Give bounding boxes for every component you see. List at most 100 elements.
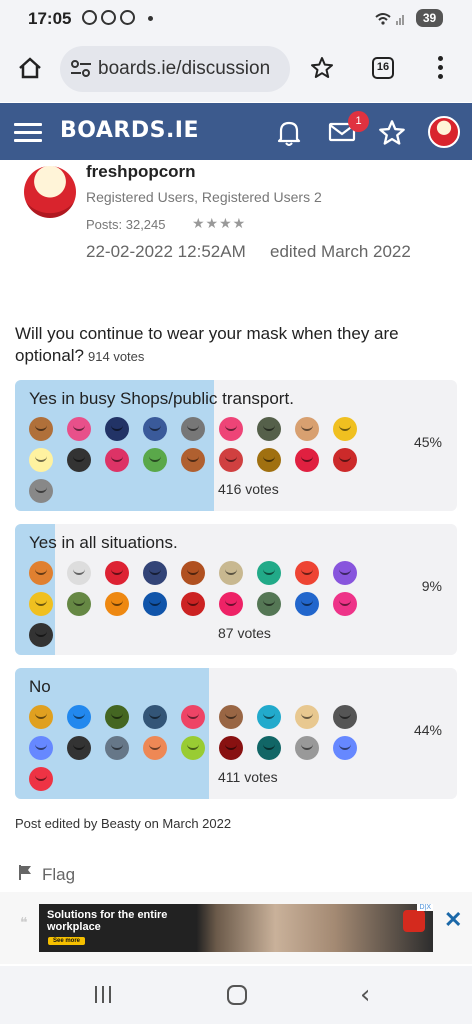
poll-option[interactable]: Yes in busy Shops/public transport. 416 … [15,380,457,511]
voter-avatar[interactable] [295,448,319,472]
voter-avatar[interactable] [181,592,205,616]
battery-indicator: 39 [416,9,443,27]
ad-cta-button[interactable]: See more [48,937,86,945]
ad-brand-logo [403,910,425,932]
user-avatar[interactable] [428,116,460,148]
voter-avatar[interactable] [29,417,53,441]
poll-question-text: Will you continue to wear your mask when… [15,324,399,365]
status-bar: 17:05 39 [0,0,472,40]
close-ad-icon[interactable]: ✕ [444,907,462,933]
voter-avatar[interactable] [29,448,53,472]
voter-avatar[interactable] [29,705,53,729]
url-text[interactable]: boards.ie/discussion [98,58,270,80]
voter-avatar[interactable] [257,705,281,729]
voter-avatar[interactable] [67,561,91,585]
voter-avatars [29,705,379,791]
voter-avatar[interactable] [67,417,91,441]
voter-avatar[interactable] [295,705,319,729]
back-icon[interactable]: ‹ [360,980,370,1010]
poll-option-votes: 87 votes [218,625,271,641]
voter-avatar[interactable] [67,448,91,472]
author-post-count: Posts: 32,245 [86,217,166,232]
voter-avatar[interactable] [29,623,53,647]
home-button-icon[interactable] [227,985,247,1005]
voter-avatar[interactable] [67,705,91,729]
voter-avatar[interactable] [219,448,243,472]
voter-avatar[interactable] [295,417,319,441]
voter-avatar[interactable] [257,448,281,472]
voter-avatar[interactable] [333,417,357,441]
voter-avatar[interactable] [143,705,167,729]
author-rank-stars: ★★★★ [192,215,247,231]
recent-apps-icon[interactable] [95,986,111,1003]
voter-avatar[interactable] [181,417,205,441]
voter-avatar[interactable] [143,736,167,760]
status-time: 17:05 [28,9,72,28]
voter-avatar[interactable] [295,736,319,760]
poll-option[interactable]: No 411 votes 44% [15,668,457,799]
voter-avatar[interactable] [257,736,281,760]
voter-avatar[interactable] [181,561,205,585]
voter-avatar[interactable] [333,561,357,585]
voter-avatar[interactable] [29,561,53,585]
post-edited-note: Post edited by Beasty on March 2022 [15,816,232,831]
voter-avatars [29,561,379,647]
browser-toolbar: boards.ie/discussion 16 [0,40,472,102]
bookmarks-star-icon[interactable] [378,119,406,152]
address-bar[interactable]: boards.ie/discussion [60,46,290,92]
bookmark-star-icon[interactable] [310,56,334,85]
poll-option-label: Yes in all situations. [29,533,178,552]
voter-avatar[interactable] [181,736,205,760]
voter-avatar[interactable] [143,592,167,616]
voter-avatar[interactable] [257,592,281,616]
voter-avatar[interactable] [219,417,243,441]
poll-option-label: Yes in busy Shops/public transport. [29,389,294,408]
voter-avatar[interactable] [181,448,205,472]
voter-avatar[interactable] [333,705,357,729]
notifications-bell-icon[interactable] [276,119,302,152]
voter-avatar[interactable] [219,736,243,760]
home-icon[interactable] [18,57,42,84]
hamburger-menu-icon[interactable] [14,123,42,147]
ad-choices-tag[interactable]: D|X [417,904,433,911]
voter-avatar[interactable] [67,592,91,616]
voter-avatar[interactable] [181,705,205,729]
author-username[interactable]: freshpopcorn [86,162,196,182]
voter-avatar[interactable] [295,561,319,585]
voter-avatar[interactable] [143,448,167,472]
voter-avatar[interactable] [29,592,53,616]
site-logo[interactable]: BOARDS.IE [60,118,199,143]
voter-avatar[interactable] [143,561,167,585]
voter-avatar[interactable] [257,561,281,585]
voter-avatar[interactable] [333,592,357,616]
voter-avatar[interactable] [333,736,357,760]
voter-avatar[interactable] [105,736,129,760]
browser-menu-icon[interactable] [437,56,445,83]
author-roles: Registered Users, Registered Users 2 [86,189,322,205]
tab-switcher-button[interactable]: 16 [372,57,394,79]
voter-avatar[interactable] [257,417,281,441]
voter-avatar[interactable] [295,592,319,616]
voter-avatar[interactable] [29,479,53,503]
voter-avatar[interactable] [219,592,243,616]
voter-avatar[interactable] [105,448,129,472]
ad-headline: Solutions for the entire workplace [47,909,168,933]
post-date[interactable]: 22-02-2022 12:52AM [86,242,246,262]
voter-avatar[interactable] [67,736,91,760]
voter-avatar[interactable] [29,767,53,791]
poll-option[interactable]: Yes in all situations. 87 votes 9% [15,524,457,655]
voter-avatar[interactable] [29,736,53,760]
voter-avatar[interactable] [333,448,357,472]
flag-button[interactable]: Flag [18,864,75,885]
ad-creative[interactable]: Solutions for the entire workplace See m… [39,904,433,952]
voter-avatar[interactable] [105,561,129,585]
flag-icon [18,864,34,885]
voter-avatar[interactable] [105,705,129,729]
voter-avatar[interactable] [105,417,129,441]
site-settings-icon[interactable] [70,60,92,83]
author-avatar[interactable] [24,166,76,218]
voter-avatar[interactable] [143,417,167,441]
voter-avatar[interactable] [219,561,243,585]
voter-avatar[interactable] [219,705,243,729]
voter-avatar[interactable] [105,592,129,616]
